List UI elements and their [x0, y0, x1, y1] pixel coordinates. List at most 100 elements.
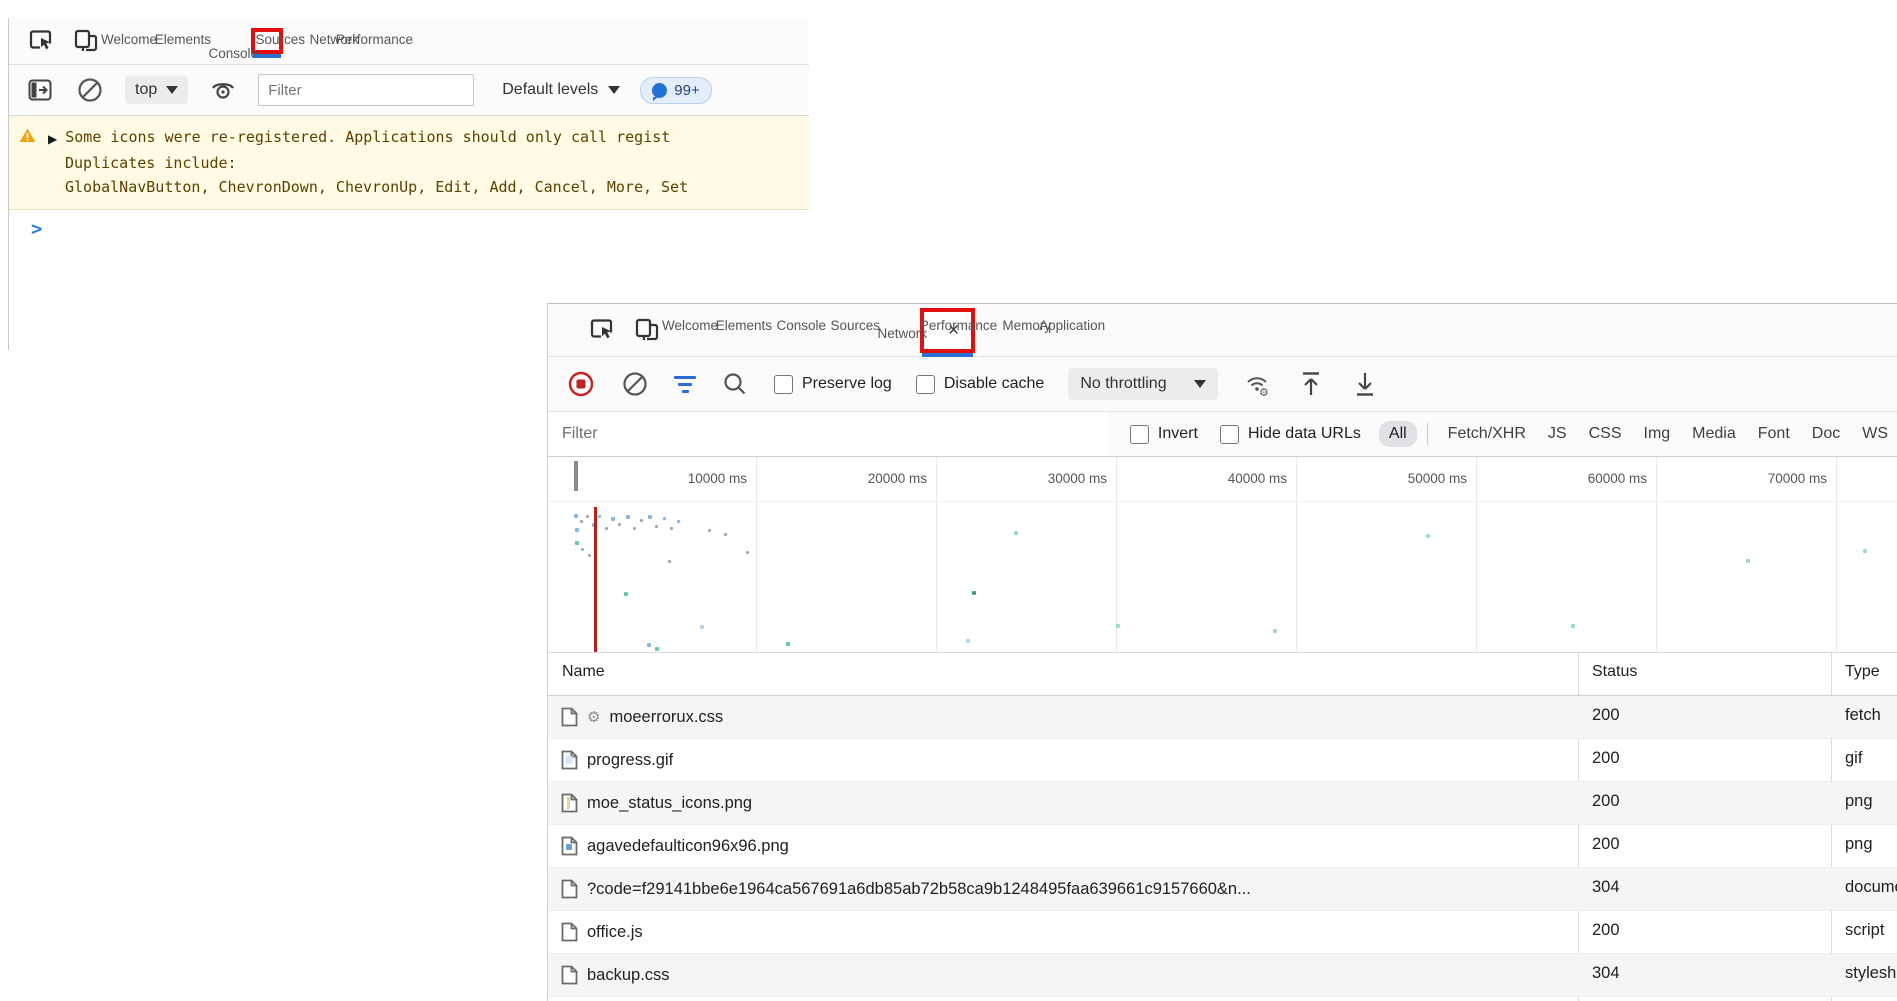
chip-img[interactable]: Img: [1634, 421, 1681, 447]
request-name: ?code=f29141bbe6e1964ca567691a6db85ab72b…: [587, 880, 1251, 899]
tab-label: Performance: [920, 318, 1006, 333]
preserve-log-label: Preserve log: [802, 375, 892, 393]
chip-font[interactable]: Font: [1748, 421, 1800, 447]
filter-funnel-icon[interactable]: [674, 376, 696, 393]
search-icon[interactable]: [720, 369, 750, 399]
tab-application[interactable]: Application: [1087, 304, 1141, 356]
console-prompt-chevron[interactable]: >: [9, 210, 809, 240]
request-dot: [648, 515, 652, 519]
table-row[interactable]: progress.gif200gif: [548, 738, 1897, 781]
hide-data-urls-checkbox[interactable]: [1220, 425, 1239, 444]
screenshot-canvas: WelcomeElementsConsoleSourcesNetworkPerf…: [0, 0, 1897, 1001]
network-toolbar: Preserve log Disable cache No throttling…: [548, 357, 1897, 412]
export-har-icon[interactable]: [1350, 369, 1380, 399]
network-conditions-icon[interactable]: ⚙: [1242, 369, 1272, 399]
column-header-status[interactable]: Status: [1592, 663, 1637, 681]
timeline-cursor-line[interactable]: [594, 507, 597, 652]
request-dot: [972, 591, 976, 595]
chevron-down-icon: [166, 86, 178, 94]
timeline-scrubber-handle[interactable]: [574, 461, 578, 491]
network-overview-timeline[interactable]: 10000 ms20000 ms30000 ms40000 ms50000 ms…: [548, 457, 1897, 653]
table-row[interactable]: office.js200script: [548, 910, 1897, 953]
column-header-name[interactable]: Name: [562, 663, 605, 681]
request-type: document: [1845, 878, 1897, 897]
network-filter-input[interactable]: [548, 412, 1108, 456]
tab-list: WelcomeElementsConsoleSourcesNetwork×Per…: [700, 304, 1141, 356]
request-dot: [746, 551, 749, 554]
network-filter-row: Invert Hide data URLs All Fetch/XHRJSCSSI…: [548, 412, 1897, 457]
device-toolbar-icon[interactable]: [69, 24, 103, 58]
request-dot: [1426, 534, 1430, 538]
console-warning-message: ▶ Some icons were re-registered. Applica…: [9, 116, 809, 210]
invert-toggle[interactable]: Invert: [1130, 425, 1198, 444]
hide-data-urls-label: Hide data URLs: [1248, 425, 1361, 443]
request-dot: [663, 517, 666, 520]
requests-table: Name Status Type ⚙moeerrorux.css200fetch…: [548, 653, 1897, 1001]
import-har-icon[interactable]: [1296, 369, 1326, 399]
disable-cache-checkbox[interactable]: [916, 375, 935, 394]
request-status: 200: [1592, 749, 1620, 768]
expand-triangle-icon[interactable]: ▶: [48, 127, 57, 151]
preserve-log-toggle[interactable]: Preserve log: [774, 375, 892, 394]
timeline-gridline: [1656, 457, 1657, 652]
table-row[interactable]: backup.css304stylesheet: [548, 953, 1897, 996]
chip-js[interactable]: JS: [1538, 421, 1577, 447]
console-filter-input[interactable]: [258, 74, 474, 106]
tab-performance[interactable]: Performance: [395, 18, 449, 64]
request-rows: ⚙moeerrorux.css200fetchprogress.gif200gi…: [548, 696, 1897, 1001]
inspect-icon[interactable]: [25, 24, 59, 58]
invert-checkbox[interactable]: [1130, 425, 1149, 444]
table-row[interactable]: ⚙moeerrorux.css200fetch: [548, 696, 1897, 738]
hide-data-urls-toggle[interactable]: Hide data URLs: [1220, 425, 1361, 444]
request-name: moe_status_icons.png: [587, 794, 752, 813]
request-status: 200: [1592, 706, 1620, 725]
eye-icon[interactable]: [208, 75, 238, 105]
tab-label: Performance: [336, 32, 422, 47]
request-type: script: [1845, 921, 1884, 940]
chip-divider: [1427, 423, 1428, 445]
chat-bubble-icon: [652, 83, 667, 98]
request-status: 200: [1592, 921, 1620, 940]
chip-fetch-xhr[interactable]: Fetch/XHR: [1438, 421, 1536, 447]
request-status: 200: [1592, 792, 1620, 811]
message-count-badge[interactable]: 99+: [640, 77, 711, 104]
table-row[interactable]: [548, 996, 1897, 1001]
console-sidebar-icon[interactable]: [25, 75, 55, 105]
chip-media[interactable]: Media: [1682, 421, 1746, 447]
log-levels-selector[interactable]: Default levels: [502, 81, 620, 99]
column-header-type[interactable]: Type: [1845, 663, 1880, 681]
disable-cache-toggle[interactable]: Disable cache: [916, 375, 1045, 394]
context-selector[interactable]: top: [125, 76, 188, 104]
throttling-selector[interactable]: No throttling: [1068, 368, 1217, 400]
timeline-tick-label: 70000 ms: [1768, 471, 1836, 486]
warning-line-3: GlobalNavButton, ChevronDown, ChevronUp,…: [9, 175, 809, 199]
preserve-log-checkbox[interactable]: [774, 375, 793, 394]
request-dot: [586, 515, 589, 518]
timeline-tick-label: 40000 ms: [1228, 471, 1296, 486]
device-toolbar-icon[interactable]: [630, 313, 664, 347]
chip-ws[interactable]: WS: [1852, 421, 1897, 447]
tab-label: Console: [208, 46, 267, 61]
request-dot: [575, 528, 579, 532]
table-row[interactable]: moe_status_icons.png200png: [548, 781, 1897, 824]
request-dot: [1116, 624, 1120, 628]
request-dot: [1746, 559, 1750, 563]
clear-icon[interactable]: [620, 369, 650, 399]
record-icon[interactable]: [566, 369, 596, 399]
inspect-icon[interactable]: [586, 313, 620, 347]
clear-console-icon[interactable]: [75, 75, 105, 105]
request-dot: [575, 541, 579, 545]
timeline-tick-label: 50000 ms: [1408, 471, 1476, 486]
tab-label: Sources: [255, 32, 314, 47]
chip-doc[interactable]: Doc: [1802, 421, 1850, 447]
request-dot: [581, 548, 584, 551]
chip-css[interactable]: CSS: [1579, 421, 1632, 447]
table-row[interactable]: agavedefaulticon96x96.png200png: [548, 824, 1897, 867]
chip-all[interactable]: All: [1379, 421, 1417, 447]
timeline-tick-label: 60000 ms: [1588, 471, 1656, 486]
file-icon: [561, 836, 578, 856]
table-row[interactable]: ?code=f29141bbe6e1964ca567691a6db85ab72b…: [548, 867, 1897, 910]
request-dot: [626, 515, 630, 519]
gear-icon: ⚙: [587, 708, 600, 726]
request-name-cell: agavedefaulticon96x96.png: [561, 825, 789, 867]
